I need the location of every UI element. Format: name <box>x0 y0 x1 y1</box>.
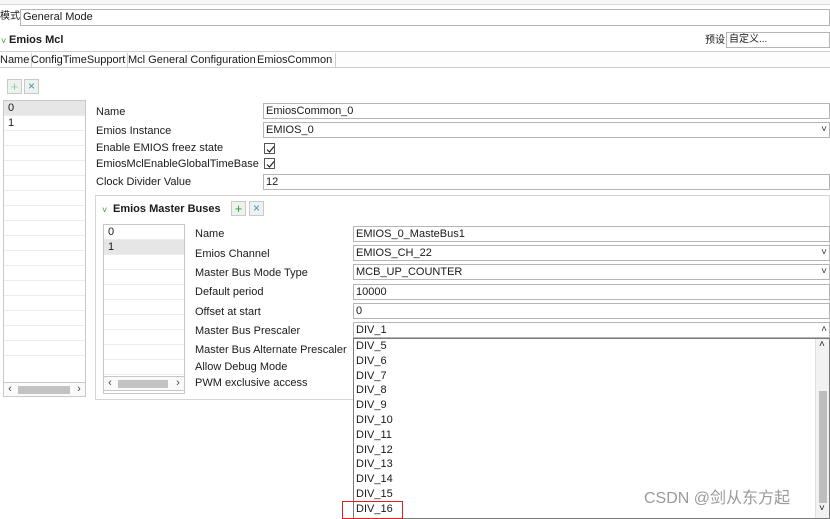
list-item[interactable]: 0 <box>104 225 184 240</box>
default-period-label: Default period <box>195 286 264 298</box>
list-item[interactable]: 1 <box>104 240 184 255</box>
prescaler-label: Master Bus Prescaler <box>195 325 301 337</box>
tab-emioscommon[interactable]: EmiosCommon <box>257 53 337 67</box>
master-name-field[interactable]: EMIOS_0_MasteBus1 <box>353 226 830 242</box>
add-button[interactable]: + <box>7 79 22 94</box>
mode-type-select[interactable]: MCB_UP_COUNTER ˅ <box>353 264 830 280</box>
pwm-exclusive-label: PWM exclusive access <box>195 377 308 389</box>
offset-label: Offset at start <box>195 306 261 318</box>
dropdown-option[interactable]: DIV_12 <box>354 443 829 458</box>
emios-instance-select[interactable]: EMIOS_0 ˅ <box>263 122 830 138</box>
dropdown-option[interactable]: DIV_10 <box>354 413 829 428</box>
name-field[interactable]: EmiosCommon_0 <box>263 103 830 119</box>
highlight-box <box>342 501 403 519</box>
mode-type-label: Master Bus Mode Type <box>195 267 308 279</box>
common-instance-list: 0 1 <box>3 100 86 396</box>
left-list-hscroll[interactable]: ‹ › <box>3 382 86 397</box>
watermark: CSDN @剑从东方起 <box>644 490 791 507</box>
scroll-right-icon[interactable]: › <box>172 377 184 390</box>
chevron-down-icon: ˅ <box>821 266 827 277</box>
prescaler-select[interactable]: DIV_1 ˄ <box>353 322 830 338</box>
tab-configtimesupport[interactable]: ConfigTimeSupport <box>31 53 129 67</box>
preset-select[interactable]: 自定义... <box>726 32 830 48</box>
scroll-up-icon[interactable]: ˄ <box>819 339 825 350</box>
default-period-field[interactable]: 10000 <box>353 284 830 300</box>
tab-mcl-general-configuration[interactable]: Mcl General Configuration <box>128 53 259 67</box>
chevron-up-icon: ˄ <box>821 324 827 335</box>
master-remove-button[interactable]: × <box>249 201 264 216</box>
dropdown-option[interactable]: DIV_8 <box>354 383 829 398</box>
list-item[interactable]: 0 <box>4 101 85 116</box>
mode-label: 模式 <box>0 11 20 22</box>
master-buses-title: Emios Master Buses <box>113 203 221 215</box>
debug-mode-label: Allow Debug Mode <box>195 361 288 373</box>
section-title: Emios Mcl <box>9 34 64 46</box>
offset-field[interactable]: 0 <box>353 303 830 319</box>
clock-divider-label: Clock Divider Value <box>96 176 192 188</box>
mode-field[interactable]: General Mode <box>20 9 830 26</box>
top-strip <box>0 0 830 5</box>
chevron-down-icon: ˅ <box>821 124 827 135</box>
dropdown-option[interactable]: DIV_14 <box>354 472 829 487</box>
freeze-label: Enable EMIOS freez state <box>96 142 224 154</box>
master-list-hscroll[interactable]: ‹ › <box>103 376 185 391</box>
dropdown-option[interactable]: DIV_6 <box>354 354 829 369</box>
dropdown-option[interactable]: DIV_13 <box>354 457 829 472</box>
alt-prescaler-label: Master Bus Alternate Prescaler <box>195 344 347 356</box>
clock-divider-field[interactable]: 12 <box>263 174 830 190</box>
chevron-down-icon: ˅ <box>821 247 827 258</box>
name-label: Name <box>96 106 126 118</box>
tab-name[interactable]: Name <box>0 53 33 67</box>
scrollbar-thumb[interactable] <box>819 391 827 503</box>
list-item[interactable]: 1 <box>4 116 85 131</box>
preset-label: 预设 <box>705 35 725 46</box>
emios-channel-select[interactable]: EMIOS_CH_22 ˅ <box>353 245 830 261</box>
scroll-left-icon[interactable]: ‹ <box>104 377 116 390</box>
dropdown-option[interactable]: DIV_7 <box>354 369 829 384</box>
global-timebase-checkbox[interactable] <box>264 158 275 169</box>
freeze-checkbox[interactable] <box>264 143 275 154</box>
scroll-left-icon[interactable]: ‹ <box>4 383 16 396</box>
emios-instance-label: Emios Instance <box>96 125 172 137</box>
dropdown-vscroll[interactable]: ˄ ˅ <box>815 339 829 518</box>
scroll-right-icon[interactable]: › <box>73 383 85 396</box>
master-collapse-chevron-icon[interactable]: ˅ <box>102 203 107 217</box>
master-name-label: Name <box>195 228 225 240</box>
dropdown-option[interactable]: DIV_11 <box>354 428 829 443</box>
collapse-chevron-icon[interactable]: ˅ <box>1 34 6 48</box>
master-bus-list: 0 1 <box>103 224 185 394</box>
dropdown-option[interactable]: DIV_9 <box>354 398 829 413</box>
master-add-button[interactable]: + <box>231 201 246 216</box>
dropdown-option[interactable]: DIV_5 <box>354 339 829 354</box>
global-timebase-label: EmiosMclEnableGlobalTimeBase <box>96 158 259 170</box>
remove-button[interactable]: × <box>24 79 39 94</box>
emios-channel-label: Emios Channel <box>195 248 270 260</box>
scroll-down-icon[interactable]: ˅ <box>819 503 825 514</box>
